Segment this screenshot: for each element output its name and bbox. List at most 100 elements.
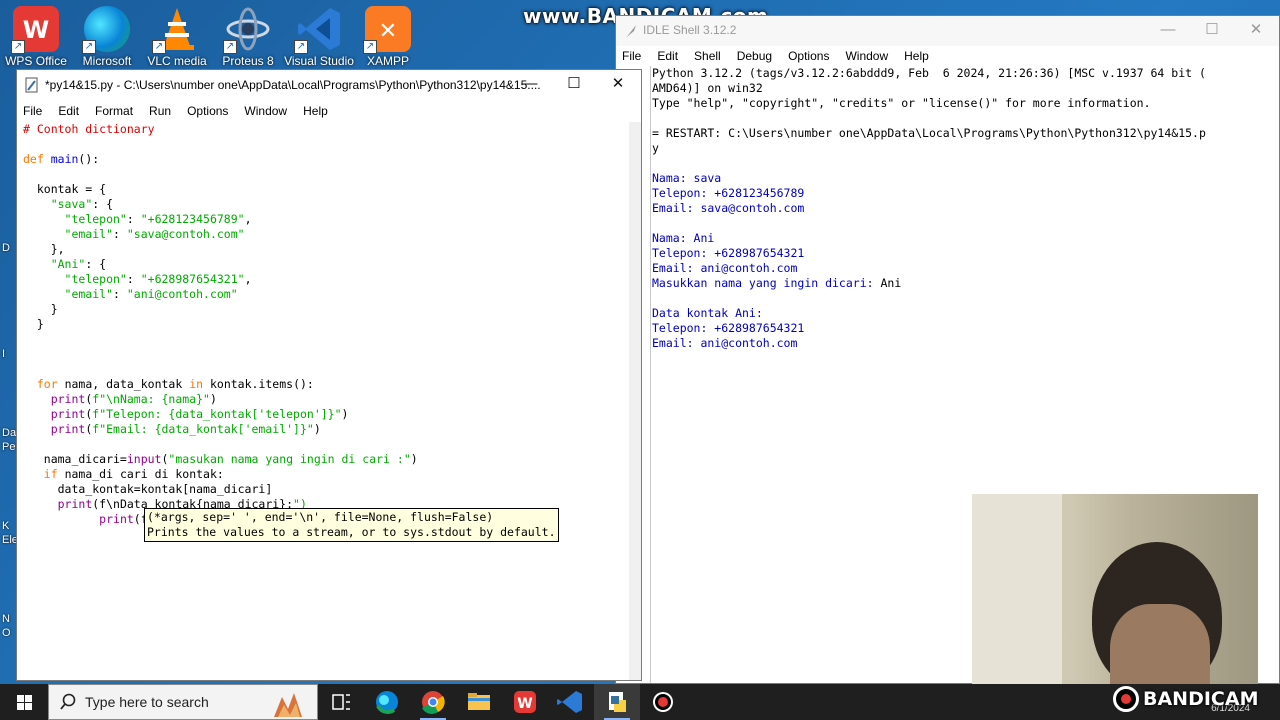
webcam-wall	[972, 494, 1062, 708]
shell-line-text: = RESTART: C:\Users\number one\AppData\L…	[652, 126, 1206, 140]
svg-text:W: W	[517, 696, 532, 712]
menu-debug[interactable]: Debug	[737, 49, 772, 63]
desktop-fragment: Da	[2, 427, 17, 439]
menu-window[interactable]: Window	[244, 104, 287, 118]
taskbar-vscode[interactable]	[548, 684, 594, 720]
menu-shell[interactable]: Shell	[694, 49, 721, 63]
visual-studio-shortcut[interactable]: ↗ Visual Studio	[283, 2, 355, 70]
microsoft-edge-shortcut[interactable]: ↗ Microsoft	[71, 2, 143, 70]
menu-edit[interactable]: Edit	[657, 49, 678, 63]
wps-office-shortcut[interactable]: W ↗ WPS Office	[0, 2, 72, 70]
menu-file[interactable]: File	[23, 104, 42, 118]
shell-line: Email: ani@contoh.com	[652, 336, 1273, 351]
shell-titlebar[interactable]: IDLE Shell 3.12.2 — ☐ ✕	[616, 16, 1279, 46]
proteus-shortcut[interactable]: ↗ Proteus 8	[212, 2, 284, 70]
shell-line: Data kontak Ani:	[652, 306, 1273, 321]
shell-line-text: Email: ani@contoh.com	[652, 261, 798, 275]
desktop-fragment: Pe	[2, 441, 16, 453]
menu-options[interactable]: Options	[788, 49, 829, 63]
python-file-icon	[25, 77, 38, 93]
shell-line-text: Data kontak Ani:	[652, 306, 763, 320]
shell-menubar: File Edit Shell Debug Options Window Hel…	[616, 46, 1279, 66]
taskbar-wps[interactable]: W	[502, 684, 548, 720]
desktop-icon-label: Proteus 8	[222, 54, 274, 68]
taskbar-edge[interactable]	[364, 684, 410, 720]
shell-line: Type "help", "copyright", "credits" or "…	[652, 96, 1273, 111]
edge-icon	[376, 691, 398, 714]
task-view-button[interactable]	[318, 684, 364, 720]
menu-window[interactable]: Window	[845, 49, 888, 63]
shell-line-text: AMD64)] on win32	[652, 81, 763, 95]
desktop-icon-label: XAMPP	[366, 54, 409, 68]
python-feather-icon	[626, 25, 636, 38]
shell-line: Python 3.12.2 (tags/v3.12.2:6abddd9, Feb…	[652, 66, 1273, 81]
chrome-icon	[422, 691, 445, 714]
shell-title: IDLE Shell 3.12.2	[643, 23, 737, 37]
shell-line-text: Python 3.12.2 (tags/v3.12.2:6abddd9, Feb…	[652, 66, 1206, 80]
desktop-fragment: N	[2, 613, 10, 625]
taskbar-file-explorer[interactable]	[456, 684, 502, 720]
desktop-fragment: O	[2, 627, 11, 639]
bandicam-logo-text: BANDICAM	[1143, 688, 1259, 710]
code-editor[interactable]: # Contoh dictionary def main(): kontak =…	[17, 122, 629, 680]
desktop-fragment: I	[2, 348, 6, 360]
menu-help[interactable]: Help	[303, 104, 328, 118]
shortcut-arrow-icon: ↗	[294, 40, 308, 54]
menu-options[interactable]: Options	[187, 104, 228, 118]
close-button[interactable]: ✕	[596, 70, 640, 100]
menu-format[interactable]: Format	[95, 104, 133, 118]
taskbar-bandicam[interactable]	[640, 684, 686, 720]
desktop-icon-label: VLC media	[147, 54, 207, 68]
minimize-button[interactable]: —	[1146, 16, 1190, 46]
menu-file[interactable]: File	[622, 49, 641, 63]
vlc-shortcut[interactable]: ↗ VLC media	[141, 2, 213, 70]
taskbar-chrome[interactable]	[410, 684, 456, 720]
menu-help[interactable]: Help	[904, 49, 929, 63]
vlc-cone-icon: ↗	[152, 6, 200, 54]
shell-line-text: Email: ani@contoh.com	[652, 336, 798, 350]
xampp-icon: ✕ ↗	[363, 6, 411, 54]
shell-line: = RESTART: C:\Users\number one\AppData\L…	[652, 126, 1273, 141]
python-idle-icon	[609, 692, 626, 712]
xampp-shortcut[interactable]: ✕ ↗ XAMPP	[352, 2, 424, 70]
maximize-button[interactable]: ☐	[552, 70, 596, 100]
shortcut-arrow-icon: ↗	[82, 40, 96, 54]
shell-line-text: Nama: sava	[652, 171, 722, 185]
taskbar-python-idle[interactable]	[594, 684, 640, 720]
taskbar-search-box[interactable]: Type here to search	[48, 684, 318, 720]
search-icon	[60, 693, 76, 710]
shell-line: Telepon: +628987654321	[652, 321, 1273, 336]
editor-scrollbar[interactable]	[629, 122, 641, 680]
proteus-icon: ↗	[223, 6, 271, 54]
maximize-button[interactable]: ☐	[1190, 16, 1234, 46]
close-button[interactable]: ✕	[1234, 16, 1278, 46]
menu-run[interactable]: Run	[149, 104, 171, 118]
shortcut-arrow-icon: ↗	[11, 40, 25, 54]
desktop-icon-label: WPS Office	[5, 54, 67, 68]
shell-line-text: Telepon: +628987654321	[652, 246, 805, 260]
shell-line: Masukkan nama yang ingin dicari: Ani	[652, 276, 1273, 291]
shell-line-text: Type "help", "copyright", "credits" or "…	[652, 96, 1151, 110]
webcam-overlay	[972, 494, 1258, 708]
shell-line: Telepon: +628123456789	[652, 186, 1273, 201]
desktop-icon-label: Microsoft	[82, 54, 132, 68]
menu-edit[interactable]: Edit	[58, 104, 79, 118]
shell-line: Email: sava@contoh.com	[652, 201, 1273, 216]
shell-line-text: y	[652, 141, 659, 155]
desktop-fragment: K	[2, 520, 10, 532]
calltip-tooltip: (*args, sep=' ', end='\n', file=None, fl…	[144, 508, 559, 542]
start-button[interactable]	[0, 684, 48, 720]
calltip-doc: Prints the values to a stream, or to sys…	[147, 525, 556, 539]
shell-user-input: Ani	[880, 276, 902, 290]
record-icon	[653, 692, 673, 712]
bandicam-logo: BANDICAM	[1113, 686, 1258, 712]
editor-titlebar[interactable]: *py14&15.py - C:\Users\number one\AppDat…	[17, 70, 641, 100]
minimize-button[interactable]: —	[508, 70, 552, 100]
shell-line: Nama: sava	[652, 171, 1273, 186]
edge-icon: ↗	[82, 6, 130, 54]
shell-line-text: Masukkan nama yang ingin dicari:	[652, 276, 881, 290]
